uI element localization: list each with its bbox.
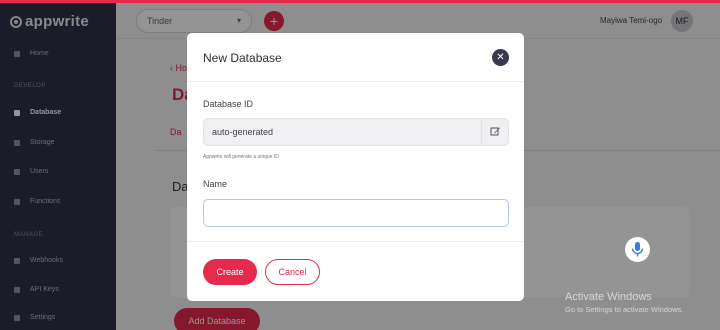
watermark-title: Activate Windows — [565, 291, 652, 303]
pencil-icon — [490, 127, 500, 136]
database-id-hint: Appwrite will generate a unique ID — [203, 154, 279, 160]
modal-title: New Database — [203, 51, 282, 65]
database-id-field: auto-generated — [203, 118, 509, 146]
microphone-icon — [631, 242, 644, 257]
edit-id-button[interactable] — [481, 119, 508, 145]
name-field[interactable] — [203, 199, 509, 227]
database-id-label: Database ID — [203, 99, 254, 109]
close-button[interactable]: ✕ — [492, 49, 509, 66]
modal-footer-divider — [187, 241, 524, 242]
windows-activation-watermark: Activate Windows Go to Settings to activ… — [565, 291, 683, 314]
modal-header-divider — [187, 81, 524, 82]
new-database-modal: New Database ✕ Database ID auto-generate… — [187, 33, 524, 301]
create-button[interactable]: Create — [203, 259, 257, 285]
cancel-button[interactable]: Cancel — [265, 259, 320, 285]
name-label: Name — [203, 179, 228, 189]
watermark-subtitle: Go to Settings to activate Windows. — [565, 305, 684, 314]
database-id-value: auto-generated — [212, 127, 274, 137]
close-icon: ✕ — [496, 52, 505, 63]
top-accent-line — [0, 0, 720, 3]
voice-input-button[interactable] — [625, 237, 650, 262]
